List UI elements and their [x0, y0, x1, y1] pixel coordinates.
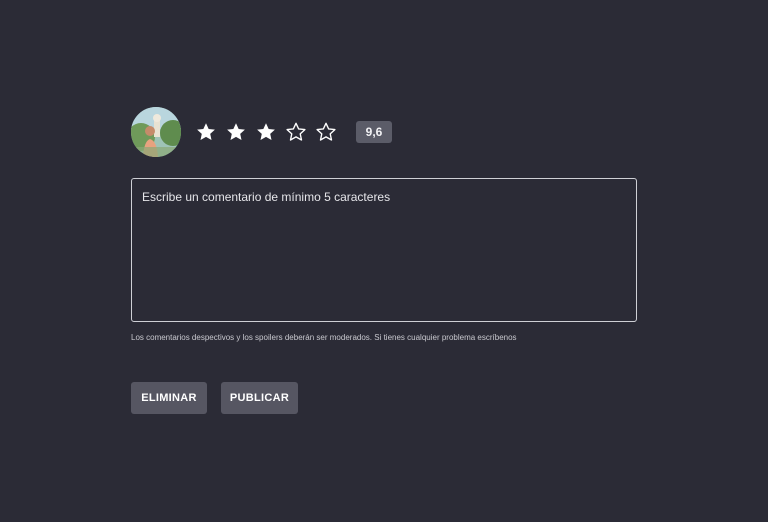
score-badge: 9,6 — [356, 121, 392, 143]
moderation-note: Los comentarios despectivos y los spoile… — [131, 333, 517, 342]
star-outline-icon[interactable] — [315, 121, 337, 143]
star-filled-icon[interactable] — [255, 121, 277, 143]
star-rating — [195, 121, 345, 143]
review-page: 9,6 Los comentarios despectivos y los sp… — [0, 0, 768, 522]
avatar-photo-icon — [131, 107, 181, 157]
star-filled-icon[interactable] — [225, 121, 247, 143]
star-filled-icon[interactable] — [195, 121, 217, 143]
publish-button[interactable]: PUBLICAR — [221, 382, 298, 414]
delete-button[interactable]: ELIMINAR — [131, 382, 207, 414]
user-avatar — [131, 107, 181, 157]
comment-textarea[interactable] — [131, 178, 637, 322]
rating-row: 9,6 — [131, 107, 392, 157]
star-outline-icon[interactable] — [285, 121, 307, 143]
